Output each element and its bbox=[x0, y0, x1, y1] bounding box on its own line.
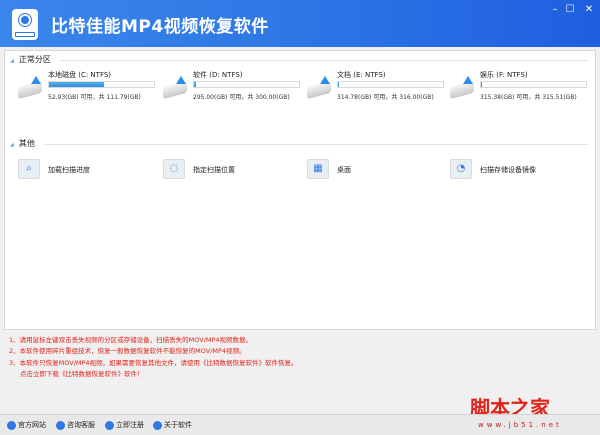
folder-target-icon: ◌ bbox=[163, 159, 185, 179]
close-button[interactable]: ✕ bbox=[582, 4, 596, 15]
drive-usage-bar bbox=[480, 81, 587, 88]
drive-item[interactable]: 本地磁盘 (C: NTFS) 52.93(GB) 可用，共 111.79(GB) bbox=[18, 70, 163, 102]
tool-1[interactable]: ◌ 指定扫描位置 bbox=[163, 159, 303, 181]
app-title: 比特佳能MP4视频恢复软件 bbox=[51, 17, 269, 37]
disk-image-icon: ◔ bbox=[450, 159, 472, 179]
hard-drive-icon bbox=[450, 76, 476, 100]
tool-label: 桌面 bbox=[337, 166, 351, 174]
instructions: 1、请用鼠标左键双击丢失视频的分区或存储设备，扫描丢失的MOV/MP4视频数据。… bbox=[9, 335, 298, 380]
drive-item[interactable]: 娱乐 (F: NTFS) 315.38(GB) 可用，共 315.51(GB) bbox=[450, 70, 595, 102]
usage-fill bbox=[481, 82, 483, 87]
download-link[interactable]: 点击立即下载《比特数据恢复软件》软件！ bbox=[9, 369, 298, 380]
watermark-url: www.jb51.net bbox=[478, 421, 562, 429]
maximize-button[interactable]: ☐ bbox=[563, 4, 577, 15]
usage-fill bbox=[338, 82, 340, 87]
drive-capacity: 295.00(GB) 可用，共 300.00(GB) bbox=[193, 94, 290, 101]
section-partitions: ◢ 正常分区 bbox=[10, 54, 588, 66]
minimize-button[interactable]: – bbox=[548, 4, 562, 15]
drive-capacity: 314.78(GB) 可用，共 316.00(GB) bbox=[337, 94, 434, 101]
hard-drive-icon bbox=[163, 76, 189, 100]
hard-drive-icon bbox=[18, 76, 44, 100]
section-title: 正常分区 bbox=[18, 55, 51, 64]
info-icon bbox=[153, 420, 162, 430]
tool-label: 加载扫描进度 bbox=[48, 166, 90, 174]
usage-fill bbox=[194, 82, 196, 87]
drive-usage-bar bbox=[48, 81, 155, 88]
drive-name: 娱乐 (F: NTFS) bbox=[480, 71, 528, 79]
tool-3[interactable]: ◔ 扫描存储设备镜像 bbox=[450, 159, 590, 181]
desktop-icon: ▦ bbox=[307, 159, 329, 179]
footer-bar: 官方网站 咨询客服 立即注册 关于软件 www.jb51.net bbox=[0, 414, 600, 435]
support-link[interactable]: 咨询客服 bbox=[56, 420, 95, 430]
tool-label: 扫描存储设备镜像 bbox=[480, 166, 536, 174]
tool-0[interactable]: ⌕ 加载扫描进度 bbox=[18, 159, 158, 181]
support-icon bbox=[56, 420, 65, 430]
note-1: 1、请用鼠标左键双击丢失视频的分区或存储设备，扫描丢失的MOV/MP4视频数据。 bbox=[9, 336, 253, 344]
section-others: ◢ 其他 bbox=[10, 138, 588, 150]
hard-drive-icon bbox=[307, 76, 333, 100]
drive-name: 文档 (E: NTFS) bbox=[337, 71, 386, 79]
drive-name: 软件 (D: NTFS) bbox=[193, 71, 243, 79]
usage-fill bbox=[49, 82, 105, 87]
magnifier-icon: ⌕ bbox=[18, 159, 40, 179]
drive-capacity: 315.38(GB) 可用，共 315.51(GB) bbox=[480, 94, 577, 101]
note-2: 2、本软件使用碎片重组技术，恢复一般数据恢复软件不能恢复的MOV/MP4视频。 bbox=[9, 347, 246, 356]
note-3: 3、本软件只恢复MOV/MP4视频。如果需要恢复其他文件，请使用《比特数据恢复软… bbox=[9, 358, 298, 367]
register-icon bbox=[105, 420, 114, 430]
title-bar: 比特佳能MP4视频恢复软件 – ☐ ✕ bbox=[0, 0, 600, 47]
section-title: 其他 bbox=[18, 139, 35, 148]
home-icon bbox=[7, 420, 16, 430]
drive-item[interactable]: 文档 (E: NTFS) 314.78(GB) 可用，共 316.00(GB) bbox=[307, 70, 452, 102]
collapse-icon[interactable]: ◢ bbox=[10, 142, 14, 148]
collapse-icon[interactable]: ◢ bbox=[10, 58, 14, 64]
drive-item[interactable]: 软件 (D: NTFS) 295.00(GB) 可用，共 300.00(GB) bbox=[163, 70, 308, 102]
drive-usage-bar bbox=[193, 81, 300, 88]
about-link[interactable]: 关于软件 bbox=[153, 420, 192, 430]
tool-label: 指定扫描位置 bbox=[193, 166, 235, 174]
app-logo-icon bbox=[12, 9, 38, 40]
drive-name: 本地磁盘 (C: NTFS) bbox=[48, 71, 112, 79]
register-link[interactable]: 立即注册 bbox=[105, 420, 144, 430]
drive-capacity: 52.93(GB) 可用，共 111.79(GB) bbox=[48, 94, 141, 101]
tool-2[interactable]: ▦ 桌面 bbox=[307, 159, 447, 181]
official-site-link[interactable]: 官方网站 bbox=[7, 420, 46, 430]
drive-usage-bar bbox=[337, 81, 444, 88]
